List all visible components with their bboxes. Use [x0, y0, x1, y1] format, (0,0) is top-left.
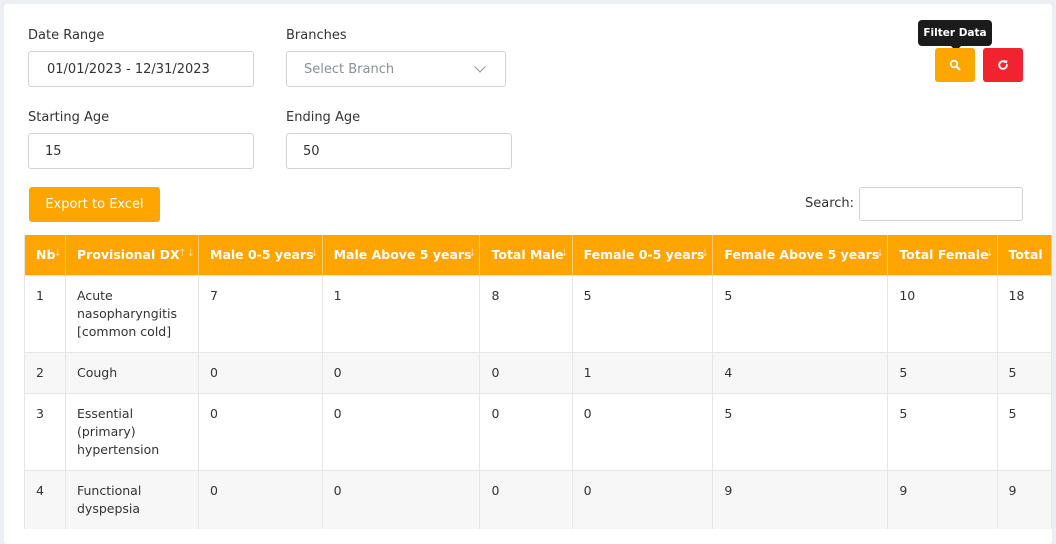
reset-button[interactable] [983, 48, 1023, 82]
cell-nb: 4 [24, 469, 66, 529]
column-header-female-0-5[interactable]: Female 0-5 years ↓ [572, 235, 714, 275]
cell-total: 5 [997, 351, 1052, 393]
cell-nb: 2 [24, 351, 66, 393]
cell-provisional-dx: Cough [65, 351, 199, 393]
cell-total-male: 8 [479, 274, 573, 352]
cell-total: 5 [997, 392, 1052, 470]
cell-male-0-5: 0 [198, 392, 323, 470]
cell-male-0-5: 7 [198, 274, 323, 352]
cell-total-female: 5 [887, 392, 998, 470]
cell-male-above-5: 0 [322, 392, 481, 470]
cell-female-0-5: 0 [572, 469, 714, 529]
starting-age-label: Starting Age [28, 110, 110, 125]
table-row: 3 Essential (primary) hypertension 0 0 0… [24, 392, 1052, 470]
cell-total-male: 0 [479, 469, 573, 529]
cell-female-above-5: 5 [712, 392, 889, 470]
cell-total-male: 0 [479, 392, 573, 470]
search-label: Search: [805, 196, 855, 211]
cell-female-above-5: 4 [712, 351, 889, 393]
cell-total-female: 9 [887, 469, 998, 529]
cell-total-male: 0 [479, 351, 573, 393]
ending-age-label: Ending Age [286, 110, 361, 125]
cell-nb: 1 [24, 274, 66, 352]
table-header-row: Nb ↓ Provisional DX ↑↓ Male 0-5 years ↓ Mal… [24, 235, 1052, 275]
starting-age-input[interactable]: 15 [28, 133, 254, 169]
export-excel-button[interactable]: Export to Excel [29, 187, 160, 222]
column-header-nb[interactable]: Nb ↓ [24, 235, 66, 275]
filter-data-tooltip: Filter Data [918, 20, 992, 51]
cell-provisional-dx: Acute nasopharyngitis [common cold] [65, 274, 199, 352]
branch-select[interactable]: Select Branch [286, 51, 506, 87]
cell-male-above-5: 0 [322, 469, 481, 529]
column-header-total-male[interactable]: Total Male ↓ [479, 235, 573, 275]
cell-female-above-5: 9 [712, 469, 889, 529]
refresh-icon [998, 60, 1008, 70]
column-header-female-above-5[interactable]: Female Above 5 years ↓ [712, 235, 889, 275]
cell-female-0-5: 5 [572, 274, 714, 352]
filter-data-button[interactable] [935, 48, 975, 82]
diagnosis-table: Nb ↓ Provisional DX ↑↓ Male 0-5 years ↓ Mal… [24, 235, 1052, 529]
branches-label: Branches [286, 28, 347, 43]
cell-male-0-5: 0 [198, 469, 323, 529]
cell-male-0-5: 0 [198, 351, 323, 393]
date-range-label: Date Range [28, 28, 105, 43]
column-header-male-0-5[interactable]: Male 0-5 years ↓ [198, 235, 323, 275]
cell-female-above-5: 5 [712, 274, 889, 352]
table-row: 4 Functional dyspepsia 0 0 0 0 9 9 9 [24, 469, 1052, 529]
cell-nb: 3 [24, 392, 66, 470]
column-header-male-above-5[interactable]: Male Above 5 years ↓ [322, 235, 481, 275]
search-icon [949, 59, 961, 71]
cell-provisional-dx: Functional dyspepsia [65, 469, 199, 529]
cell-male-above-5: 1 [322, 274, 481, 352]
cell-total: 9 [997, 469, 1052, 529]
column-header-total[interactable]: Total [997, 235, 1052, 275]
column-header-provisional-dx[interactable]: Provisional DX ↑↓ [65, 235, 199, 275]
cell-total-female: 5 [887, 351, 998, 393]
cell-female-0-5: 0 [572, 392, 714, 470]
date-range-input[interactable]: 01/01/2023 - 12/31/2023 [28, 51, 254, 87]
cell-female-0-5: 1 [572, 351, 714, 393]
table-row: 2 Cough 0 0 0 1 4 5 5 [24, 351, 1052, 393]
branch-select-placeholder: Select Branch [304, 61, 395, 77]
table-row: 1 Acute nasopharyngitis [common cold] 7 … [24, 274, 1052, 352]
cell-total: 18 [997, 274, 1052, 352]
search-input[interactable] [859, 187, 1023, 221]
column-header-total-female[interactable]: Total Female ↓ [887, 235, 998, 275]
cell-total-female: 10 [887, 274, 998, 352]
ending-age-input[interactable]: 50 [286, 133, 512, 169]
cell-male-above-5: 0 [322, 351, 481, 393]
chevron-down-icon [474, 61, 486, 73]
cell-provisional-dx: Essential (primary) hypertension [65, 392, 199, 470]
